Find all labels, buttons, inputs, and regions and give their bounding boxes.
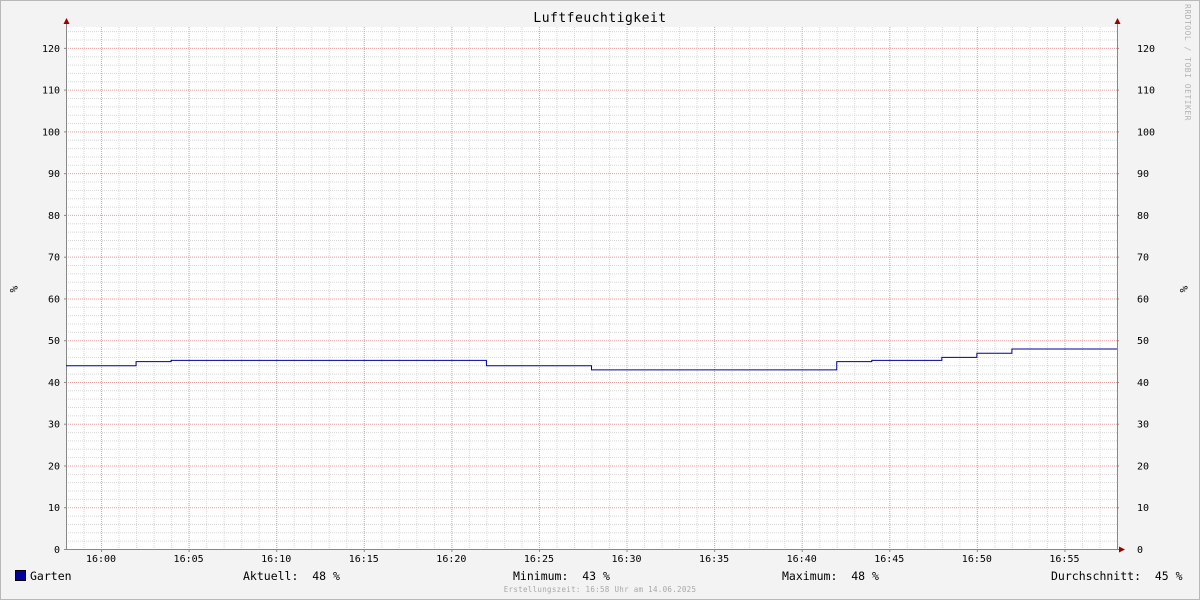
y-tick-label-right: 100 xyxy=(1137,127,1155,138)
maximum-value: 48 % xyxy=(851,569,879,583)
legend-durchschnitt: Durchschnitt: 45 % xyxy=(1051,569,1183,583)
x-tick-label: 16:00 xyxy=(86,554,116,565)
x-tick-label: 16:45 xyxy=(874,554,904,565)
y-tick-label-left: 100 xyxy=(42,127,60,138)
y-tick-label-right: 110 xyxy=(1137,86,1155,97)
y-tick-label-right: 40 xyxy=(1137,378,1149,389)
minor-grid xyxy=(66,27,1118,549)
legend-swatch-garten xyxy=(15,570,26,581)
aktuell-value: 48 % xyxy=(312,569,340,583)
y-axis-arrow-left xyxy=(63,18,70,24)
x-tick-label: 16:05 xyxy=(174,554,204,565)
y-tick-label-left: 80 xyxy=(48,211,60,222)
y-tick-label-left: 0 xyxy=(54,545,60,556)
legend-aktuell: Aktuell: 48 % xyxy=(243,569,340,583)
minimum-label: Minimum: xyxy=(513,569,569,583)
y-axis-label-left: % xyxy=(7,286,20,293)
x-tick-label: 16:20 xyxy=(436,554,466,565)
y-axis-arrow-right xyxy=(1114,18,1121,24)
x-tick-label: 16:15 xyxy=(349,554,379,565)
y-tick-label-right: 30 xyxy=(1137,420,1149,431)
y-tick-label-left: 110 xyxy=(42,86,60,97)
legend-minimum: Minimum: 43 % xyxy=(513,569,610,583)
y-tick-label-right: 70 xyxy=(1137,253,1149,264)
durchschnitt-label: Durchschnitt: xyxy=(1051,569,1142,583)
maximum-label: Maximum: xyxy=(782,569,838,583)
y-axis-label-right: % xyxy=(1177,286,1190,293)
legend-series-name: Garten xyxy=(30,569,72,583)
y-tick-label-left: 30 xyxy=(48,420,60,431)
humidity-chart: 0 10 20 30 40 50 60 70 80 90 100 110 120 0 10 20 30 40 50… xyxy=(7,18,1190,565)
x-tick-label: 16:30 xyxy=(611,554,641,565)
y-tick-label-left: 10 xyxy=(48,503,60,514)
y-axis-right: 0 10 20 30 40 50 60 70 80 90 100 110 120 xyxy=(1117,44,1155,556)
y-tick-label-left: 120 xyxy=(42,44,60,55)
y-tick-label-left: 40 xyxy=(48,378,60,389)
y-tick-label-right: 90 xyxy=(1137,169,1149,180)
y-tick-label-left: 20 xyxy=(48,461,60,472)
x-tick-label: 16:25 xyxy=(524,554,554,565)
x-axis-arrow xyxy=(1119,546,1125,553)
y-tick-label-right: 50 xyxy=(1137,336,1149,347)
y-tick-label-right: 120 xyxy=(1137,44,1155,55)
x-tick-label: 16:10 xyxy=(261,554,291,565)
y-tick-label-left: 60 xyxy=(48,294,60,305)
y-tick-label-left: 50 xyxy=(48,336,60,347)
x-tick-label: 16:40 xyxy=(787,554,817,565)
x-tick-label: 16:35 xyxy=(699,554,729,565)
x-tick-label: 16:50 xyxy=(962,554,992,565)
durchschnitt-value: 45 % xyxy=(1154,569,1183,583)
y-tick-label-right: 80 xyxy=(1137,211,1149,222)
y-axis-left: 0 10 20 30 40 50 60 70 80 90 100 110 120 xyxy=(42,44,66,556)
minimum-value: 43 % xyxy=(582,569,610,583)
y-tick-label-right: 20 xyxy=(1137,461,1149,472)
y-tick-label-left: 90 xyxy=(48,169,60,180)
y-tick-label-right: 10 xyxy=(1137,503,1149,514)
y-tick-label-left: 70 xyxy=(48,253,60,264)
legend-maximum: Maximum: 48 % xyxy=(782,569,879,583)
x-axis: 16:00 16:05 16:10 16:15 16:20 16:25 16:30 16:35… xyxy=(86,549,1080,565)
aktuell-label: Aktuell: xyxy=(243,569,299,583)
y-tick-label-right: 0 xyxy=(1137,545,1143,556)
x-tick-label: 16:55 xyxy=(1049,554,1079,565)
creation-time-footer: Erstellungszeit: 16:58 Uhr am 14.06.2025 xyxy=(503,585,697,594)
y-tick-label-right: 60 xyxy=(1137,294,1149,305)
